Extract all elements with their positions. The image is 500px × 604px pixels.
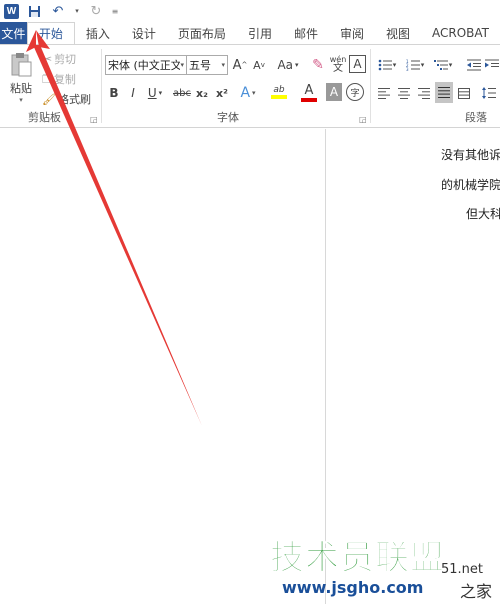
font-launcher-icon[interactable]: ◲ <box>359 115 367 124</box>
svg-text:3: 3 <box>406 67 409 71</box>
character-shading-button[interactable]: A <box>326 83 342 101</box>
tab-view[interactable]: 视图 <box>375 22 421 44</box>
italic-button[interactable]: I <box>126 83 140 103</box>
font-size-value: 五号 <box>189 59 211 72</box>
subscript-button[interactable]: x₂ <box>194 83 210 103</box>
decrease-indent-button[interactable] <box>465 55 483 75</box>
tab-references[interactable]: 引用 <box>237 22 283 44</box>
format-painter-label: 格式刷 <box>57 93 91 106</box>
font-size-select[interactable]: 五号 ▾ <box>186 55 228 75</box>
character-border-button[interactable]: A <box>349 55 366 73</box>
decrease-indent-icon <box>467 59 481 71</box>
numbering-button[interactable]: 123 ▾ <box>403 55 427 75</box>
paragraph-group: ▾ 123 ▾ ▾ 段落 <box>371 45 500 127</box>
highlight-button[interactable]: ab <box>265 81 293 103</box>
clipboard-launcher-icon[interactable]: ◲ <box>90 115 98 124</box>
align-right-icon <box>418 87 430 99</box>
copy-icon: ❐ <box>42 72 52 86</box>
paste-label: 粘贴 <box>10 82 32 95</box>
ribbon-tabs: 文件 开始 插入 设计 页面布局 引用 邮件 审阅 视图 ACROBAT <box>0 22 500 44</box>
font-group: 宋体 (中文正文 ▾ 五号 ▾ A ^ Av Aa ▾ ✎ wén 文 A B I <box>102 45 370 127</box>
align-center-icon <box>398 87 410 99</box>
distributed-button[interactable] <box>455 83 473 103</box>
clipboard-group: 粘贴 ▾ ✂ 剪切 ❐ 复制 🖌 格式刷 剪贴板 ◲ <box>0 45 101 127</box>
bullets-icon <box>378 59 392 71</box>
paste-dropdown-icon: ▾ <box>19 96 23 104</box>
numbering-icon: 123 <box>406 59 420 71</box>
increase-indent-button[interactable] <box>485 55 499 75</box>
bold-button[interactable]: B <box>107 83 121 103</box>
watermark-url: www.jsgho.com <box>282 578 424 597</box>
tab-review[interactable]: 审阅 <box>329 22 375 44</box>
distributed-icon <box>458 87 470 99</box>
underline-button[interactable]: U ▾ <box>144 83 166 103</box>
enclose-characters-button[interactable]: 字 <box>346 83 364 101</box>
format-painter-button[interactable]: 🖌 格式刷 <box>42 90 91 108</box>
align-center-button[interactable] <box>395 83 413 103</box>
paintbrush-icon: 🖌 <box>42 92 56 106</box>
watermark-suffix: 之家 <box>460 582 493 601</box>
tab-insert[interactable]: 插入 <box>75 22 121 44</box>
eraser-icon: ✎ <box>312 57 324 73</box>
paragraph-group-label: 段落 <box>465 111 487 124</box>
document-text-line[interactable]: 但大科 <box>466 205 500 222</box>
word-logo-icon[interactable]: W <box>4 3 19 19</box>
justify-icon <box>438 87 450 98</box>
clipboard-group-label: 剪贴板 <box>28 111 61 124</box>
watermark-domain: 51.net <box>441 562 484 577</box>
font-color-button[interactable]: A <box>296 81 322 103</box>
tab-page-layout[interactable]: 页面布局 <box>167 22 237 44</box>
tab-mailings[interactable]: 邮件 <box>283 22 329 44</box>
change-case-button[interactable]: Aa ▾ <box>274 55 302 75</box>
ribbon-home: 粘贴 ▾ ✂ 剪切 ❐ 复制 🖌 格式刷 剪贴板 ◲ 宋体 (中文正文 ▾ 五号… <box>0 44 500 128</box>
redo-icon[interactable]: ↻ <box>87 2 105 20</box>
clear-formatting-button[interactable]: ✎ <box>310 55 326 75</box>
shrink-font-button[interactable]: Av <box>251 55 267 75</box>
undo-dropdown-icon[interactable]: ▾ <box>73 2 81 20</box>
align-left-button[interactable] <box>375 83 393 103</box>
multilevel-list-button[interactable]: ▾ <box>431 55 455 75</box>
tab-design[interactable]: 设计 <box>121 22 167 44</box>
strikethrough-button[interactable]: abc <box>172 83 192 103</box>
cut-label: 剪切 <box>54 53 77 66</box>
copy-label: 复制 <box>53 73 76 86</box>
document-text-line[interactable]: 的机械学院 <box>441 176 500 193</box>
text-effects-button[interactable]: A ▾ <box>236 83 260 103</box>
tab-file[interactable]: 文件 <box>0 22 27 44</box>
increase-indent-icon <box>485 59 499 68</box>
undo-icon[interactable]: ↶ <box>49 2 67 20</box>
paste-button[interactable]: 粘贴 ▾ <box>4 49 38 107</box>
customize-toolbar-icon[interactable]: ≡ <box>111 2 119 20</box>
font-color-bar <box>301 97 317 102</box>
save-icon[interactable] <box>25 2 43 20</box>
font-name-dropdown-icon: ▾ <box>180 61 184 69</box>
tab-acrobat[interactable]: ACROBAT <box>421 22 500 44</box>
watermark-logo-text: 技术员联盟 <box>270 538 445 579</box>
font-name-select[interactable]: 宋体 (中文正文 ▾ <box>105 55 187 75</box>
grow-font-button[interactable]: A ^ <box>232 55 248 75</box>
tab-home[interactable]: 开始 <box>26 22 75 44</box>
align-left-icon <box>378 87 390 99</box>
font-size-dropdown-icon: ▾ <box>221 61 225 69</box>
line-spacing-icon <box>482 87 496 99</box>
paste-icon <box>11 53 32 77</box>
document-text-line[interactable]: 没有其他诉 <box>441 146 500 163</box>
multilevel-list-icon <box>433 60 448 70</box>
phonetic-guide-button[interactable]: wén 文 <box>330 53 347 75</box>
align-right-button[interactable] <box>415 83 433 103</box>
highlight-color-bar <box>271 95 287 99</box>
justify-button[interactable] <box>435 82 453 103</box>
font-group-label: 字体 <box>217 111 239 124</box>
cut-button[interactable]: ✂ 剪切 <box>42 50 76 68</box>
bullets-button[interactable]: ▾ <box>375 55 399 75</box>
copy-button[interactable]: ❐ 复制 <box>42 70 76 88</box>
scissors-icon: ✂ <box>42 52 53 66</box>
line-spacing-button[interactable] <box>479 83 499 103</box>
superscript-button[interactable]: x² <box>214 83 230 103</box>
quick-access-toolbar: W ↶ ▾ ↻ ≡ <box>0 0 500 22</box>
font-name-value: 宋体 (中文正文 <box>108 59 180 72</box>
